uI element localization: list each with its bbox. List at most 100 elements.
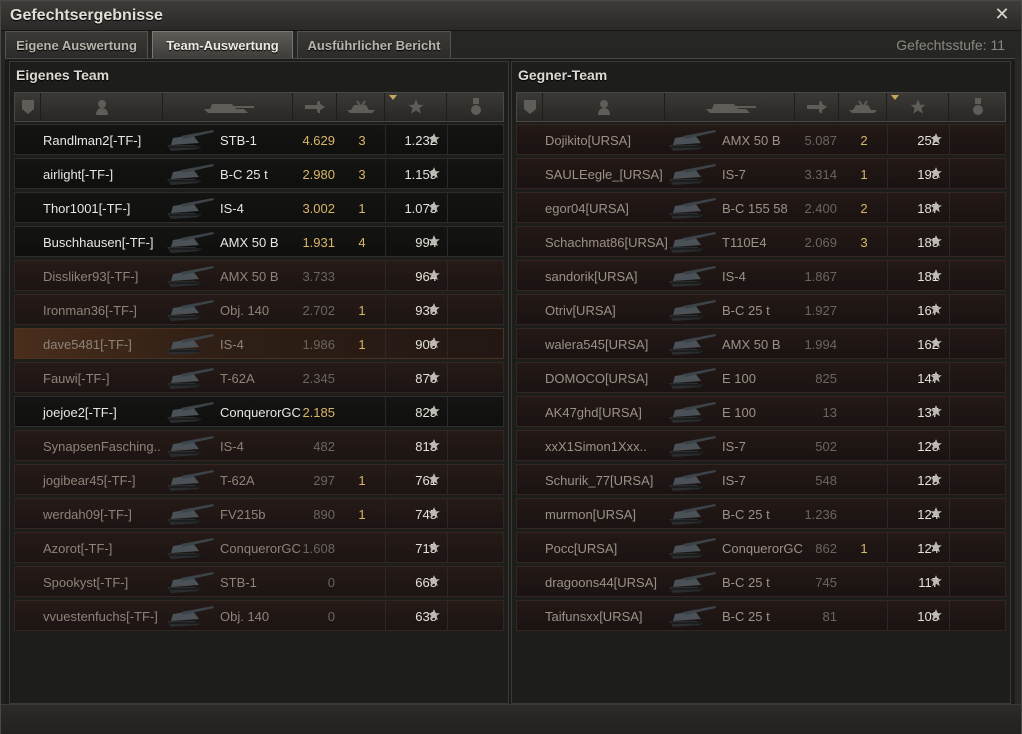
own-player-row[interactable]: airlight[-TF-] B-C 25 t 2.980 3 1.159: [14, 158, 504, 189]
tank-image-icon: [667, 331, 723, 357]
kills-value: 3: [358, 133, 366, 148]
tank-image-icon: [165, 501, 221, 527]
own-player-row[interactable]: Ironman36[-TF-] Obj. 140 2.702 1 936: [14, 294, 504, 325]
enemy-player-row[interactable]: Otriv[URSA] B-C 25 t 1.927 167: [516, 294, 1006, 325]
kills-value: 2: [860, 201, 868, 216]
enemy-player-row[interactable]: SAULEegle_[URSA] IS-7 3.314 1 198: [516, 158, 1006, 189]
star-icon: [929, 404, 943, 418]
star-icon: [427, 336, 441, 350]
tank-name: B-C 155 58: [722, 201, 788, 216]
enemy-player-row[interactable]: walera545[URSA] AMX 50 B 1.994 162: [516, 328, 1006, 359]
own-player-row[interactable]: jogibear45[-TF-] T-62A 297 1 761: [14, 464, 504, 495]
enemy-player-row[interactable]: AK47ghd[URSA] E 100 13 137: [516, 396, 1006, 427]
column-header-medal[interactable]: [447, 93, 505, 121]
own-player-row[interactable]: Fauwi[-TF-] T-62A 2.345 876: [14, 362, 504, 393]
star-icon: [427, 302, 441, 316]
row-divider: [447, 465, 448, 494]
own-player-row[interactable]: Thor1001[-TF-] IS-4 3.002 1 1.073: [14, 192, 504, 223]
damage-value: 2.345: [302, 371, 335, 386]
battle-results-window: Gefechtsergebnisse ✕ Eigene Auswertung T…: [0, 0, 1022, 734]
player-name: DOMOCO[URSA]: [545, 371, 649, 386]
own-player-row[interactable]: dave5481[-TF-] IS-4 1.986 1 900: [14, 328, 504, 359]
tank-name: B-C 25 t: [722, 609, 770, 624]
kills-value: 1: [358, 303, 366, 318]
own-player-row[interactable]: Azorot[-TF-] ConquerorGC 1.608 715: [14, 532, 504, 563]
tab-own-evaluation[interactable]: Eigene Auswertung: [5, 31, 148, 58]
column-header-player[interactable]: [543, 93, 665, 121]
enemy-player-row[interactable]: xxX1Simon1Xxx.. IS-7 502 128: [516, 430, 1006, 461]
row-divider: [887, 159, 888, 188]
tank-name: B-C 25 t: [722, 575, 770, 590]
enemy-player-row[interactable]: Schurik_77[URSA] IS-7 548 125: [516, 464, 1006, 495]
damage-value: 1.867: [804, 269, 837, 284]
column-header-kills[interactable]: [337, 93, 385, 121]
row-divider: [447, 601, 448, 630]
row-divider: [887, 601, 888, 630]
kills-value: 1: [358, 507, 366, 522]
enemy-player-row[interactable]: egor04[URSA] B-C 155 58 2.400 2 187: [516, 192, 1006, 223]
own-team-panel: Eigenes Team Randlman2[-TF-] STB-1 4.629 3 1…: [9, 61, 509, 704]
row-divider: [385, 295, 386, 324]
star-icon: [929, 234, 943, 248]
own-player-row[interactable]: SynapsenFasching.. IS-4 482 813: [14, 430, 504, 461]
own-player-row[interactable]: Randlman2[-TF-] STB-1 4.629 3 1.232: [14, 124, 504, 155]
star-icon: [929, 302, 943, 316]
own-player-row[interactable]: Dissliker93[-TF-] AMX 50 B 3.733 964: [14, 260, 504, 291]
tank-image-icon: [667, 569, 723, 595]
star-icon: [427, 540, 441, 554]
enemy-player-row[interactable]: Taifunsxx[URSA] B-C 25 t 81 103: [516, 600, 1006, 631]
star-icon: [929, 608, 943, 622]
column-header-damage[interactable]: [293, 93, 337, 121]
tank-name: IS-4: [220, 337, 244, 352]
own-team-title: Eigenes Team: [16, 67, 110, 83]
row-divider: [949, 227, 950, 256]
enemy-player-row[interactable]: DOMOCO[URSA] E 100 825 147: [516, 362, 1006, 393]
enemy-player-row[interactable]: Pocc[URSA] ConquerorGC 862 1 124: [516, 532, 1006, 563]
column-header-experience-star[interactable]: [385, 93, 447, 121]
row-divider: [447, 329, 448, 358]
column-header-squad[interactable]: [517, 93, 543, 121]
damage-value: 862: [815, 541, 837, 556]
column-header-medal[interactable]: [949, 93, 1007, 121]
tank-name: AMX 50 B: [220, 235, 279, 250]
enemy-player-row[interactable]: sandorik[URSA] IS-4 1.867 181: [516, 260, 1006, 291]
damage-value: 13: [822, 405, 837, 420]
own-player-row[interactable]: Spookyst[-TF-] STB-1 0 665: [14, 566, 504, 597]
scrollbar[interactable]: [1015, 58, 1021, 704]
enemy-player-row[interactable]: Dojikito[URSA] AMX 50 B 5.087 2 252: [516, 124, 1006, 155]
damage-value: 3.733: [302, 269, 335, 284]
enemy-player-row[interactable]: Schachmat86[URSA] T110E4 2.069 3 185: [516, 226, 1006, 257]
own-player-row[interactable]: Buschhausen[-TF-] AMX 50 B 1.931 4 994: [14, 226, 504, 257]
damage-value: 1.931: [302, 235, 335, 250]
column-header-experience-star[interactable]: [887, 93, 949, 121]
own-player-row[interactable]: vvuestenfuchs[-TF-] Obj. 140 0 638: [14, 600, 504, 631]
tank-image-icon: [667, 229, 723, 255]
row-divider: [385, 499, 386, 528]
player-name: dave5481[-TF-]: [43, 337, 132, 352]
column-header-squad[interactable]: [15, 93, 41, 121]
column-header-tank[interactable]: [163, 93, 293, 121]
row-divider: [949, 431, 950, 460]
experience-star-icon: [909, 98, 927, 116]
tank-icon: [702, 99, 758, 115]
enemy-player-row[interactable]: murmon[URSA] B-C 25 t 1.236 124: [516, 498, 1006, 529]
own-player-row[interactable]: joejoe2[-TF-] ConquerorGC 2.185 829: [14, 396, 504, 427]
column-header-damage[interactable]: [795, 93, 839, 121]
star-icon: [427, 234, 441, 248]
damage-value: 1.236: [804, 507, 837, 522]
tank-name: E 100: [722, 405, 756, 420]
column-header-player[interactable]: [41, 93, 163, 121]
enemy-player-row[interactable]: dragoons44[URSA] B-C 25 t 745 117: [516, 566, 1006, 597]
own-player-row[interactable]: werdah09[-TF-] FV215b 890 1 745: [14, 498, 504, 529]
player-name: werdah09[-TF-]: [43, 507, 132, 522]
column-header-tank[interactable]: [665, 93, 795, 121]
close-icon[interactable]: ✕: [993, 5, 1011, 23]
row-divider: [447, 567, 448, 596]
column-header-kills[interactable]: [839, 93, 887, 121]
player-name: vvuestenfuchs[-TF-]: [43, 609, 158, 624]
kills-value: 3: [860, 235, 868, 250]
row-divider: [887, 397, 888, 426]
tab-team-evaluation[interactable]: Team-Auswertung: [152, 31, 293, 58]
player-icon: [95, 99, 109, 115]
tab-detailed-report[interactable]: Ausführlicher Bericht: [297, 31, 451, 58]
